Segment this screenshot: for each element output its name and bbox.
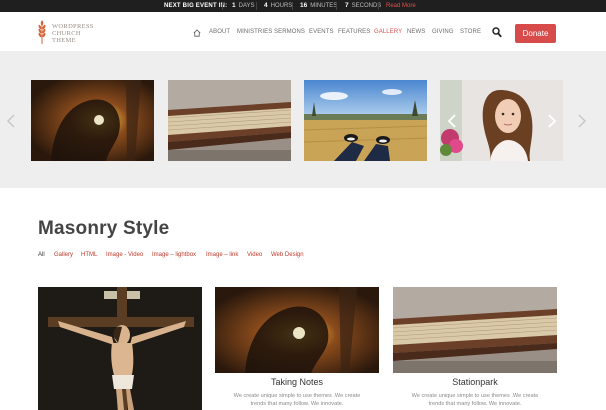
card-description: We create unique simple to use themes .W… xyxy=(411,393,539,407)
nav-item-giving[interactable]: GIVING xyxy=(432,29,454,35)
countdown-hours: 4 HOURS xyxy=(264,2,293,9)
section-title: Masonry Style xyxy=(38,218,170,239)
nav-item-ministries[interactable]: MINISTRIES xyxy=(237,29,272,35)
donate-button[interactable]: Donate xyxy=(515,24,556,43)
carousel-slide-field[interactable] xyxy=(304,80,427,161)
site-header: WordPress Church Theme ABOUT MINISTRIES … xyxy=(0,12,606,52)
masonry-card-stationpark-image[interactable] xyxy=(393,287,557,373)
slide-next-overlay-icon[interactable] xyxy=(546,114,558,128)
slide-prev-overlay-icon[interactable] xyxy=(446,114,458,128)
sunlight-silhouette-image xyxy=(215,287,379,373)
countdown-minutes: 16 MINUTES xyxy=(300,2,338,9)
nav-item-events[interactable]: EVENTS xyxy=(309,29,334,35)
countdown-seconds: 7 SECONDS xyxy=(345,2,382,9)
divider xyxy=(256,2,257,10)
divider xyxy=(292,2,293,10)
filter-image-lightbox[interactable]: Image – lightbox xyxy=(152,252,196,258)
field-sneakers-image xyxy=(304,80,427,161)
card-title[interactable]: Taking Notes xyxy=(215,377,379,387)
countdown-days: 1 DAYS xyxy=(232,2,255,9)
sunlight-silhouette-image xyxy=(31,80,154,161)
woman-portrait-image xyxy=(440,80,563,161)
filter-image-link[interactable]: Image – link xyxy=(206,252,238,258)
filter-gallery[interactable]: Gallery xyxy=(54,252,73,258)
crucifix-painting-image xyxy=(38,287,202,410)
masonry-card-crucifix[interactable] xyxy=(38,287,202,410)
search-icon[interactable] xyxy=(492,27,502,38)
event-title: NEXT BIG EVENT IN: xyxy=(164,3,228,9)
chevron-left-icon[interactable] xyxy=(5,114,17,128)
filter-web-design[interactable]: Web Design xyxy=(271,252,304,258)
nav-item-features[interactable]: FEATURES xyxy=(338,29,370,35)
nav-item-about[interactable]: ABOUT xyxy=(209,29,230,35)
image-carousel xyxy=(0,52,606,188)
card-title[interactable]: Stationpark xyxy=(393,377,557,387)
carousel-slide-sunlight[interactable] xyxy=(31,80,154,161)
divider xyxy=(336,2,337,10)
masonry-card-taking-notes-image[interactable] xyxy=(215,287,379,373)
card-description: We create unique simple to use themes .W… xyxy=(233,393,361,407)
old-book-image xyxy=(393,287,557,373)
nav-item-news[interactable]: NEWS xyxy=(407,29,425,35)
carousel-slide-portrait[interactable] xyxy=(440,80,563,161)
filter-video[interactable]: Video xyxy=(247,252,262,258)
read-more-link[interactable]: Read More xyxy=(386,0,416,12)
old-book-image xyxy=(168,80,291,161)
nav-item-sermons[interactable]: SERMONS xyxy=(274,29,305,35)
filter-html[interactable]: HTML xyxy=(81,252,97,258)
filter-all[interactable]: All xyxy=(38,252,45,258)
divider xyxy=(222,2,223,10)
divider xyxy=(378,2,379,10)
nav-item-gallery[interactable]: GALLERY xyxy=(374,29,402,35)
nav-item-store[interactable]: STORE xyxy=(460,29,481,35)
filter-image-video[interactable]: Image - Video xyxy=(106,252,143,258)
gallery-filters: All Gallery HTML Image - Video Image – l… xyxy=(38,252,538,260)
carousel-slide-book[interactable] xyxy=(168,80,291,161)
event-countdown-bar: NEXT BIG EVENT IN: 1 DAYS 4 HOURS 16 MINUTE… xyxy=(0,0,606,12)
chevron-right-icon[interactable] xyxy=(576,114,588,128)
